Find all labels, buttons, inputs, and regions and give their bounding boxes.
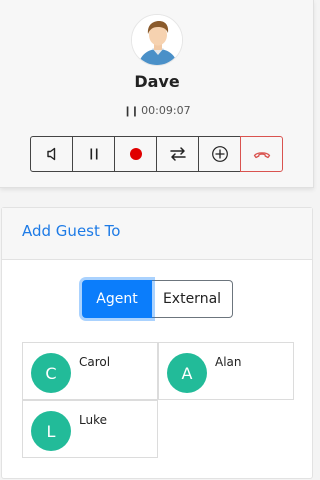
caller-avatar [131, 14, 183, 66]
caller-name: Dave [134, 72, 180, 91]
pause-bars-icon: ❙❙ [123, 106, 139, 117]
pause-icon [90, 148, 97, 160]
phone-hangup-icon [253, 152, 270, 159]
add-guest-panel: Add Guest To Agent External C Carol A Al… [1, 207, 313, 479]
contact-card-carol[interactable]: C Carol [22, 342, 158, 400]
contact-initial-avatar: A [167, 353, 207, 393]
agent-toggle-button[interactable]: Agent [82, 280, 152, 318]
person-avatar-icon [132, 15, 182, 65]
contact-initial-avatar: L [31, 411, 71, 451]
swap-arrows-icon [169, 147, 186, 161]
plus-circle-icon [211, 146, 228, 162]
transfer-button[interactable] [156, 136, 199, 172]
external-toggle-button[interactable]: External [152, 280, 233, 318]
call-timer-row: ❙❙ 00:09:07 [0, 104, 314, 117]
contact-name: Carol [79, 355, 111, 369]
add-guest-title: Add Guest To [22, 222, 121, 240]
hold-button[interactable] [72, 136, 115, 172]
hangup-button[interactable] [240, 136, 283, 172]
guest-type-toggle: Agent External [82, 280, 233, 318]
contact-name: Luke [79, 413, 107, 427]
record-button[interactable] [114, 136, 157, 172]
add-guest-header: Add Guest To [2, 208, 312, 260]
contact-card-alan[interactable]: A Alan [158, 342, 294, 400]
speaker-icon [46, 147, 55, 161]
contact-card-luke[interactable]: L Luke [22, 400, 158, 458]
call-card: Dave ❙❙ 00:09:07 [0, 0, 314, 188]
record-dot-icon [129, 148, 142, 160]
contact-name: Alan [215, 355, 242, 369]
mute-speaker-button[interactable] [30, 136, 73, 172]
add-guest-button[interactable] [198, 136, 241, 172]
call-timer: 00:09:07 [141, 104, 191, 117]
contact-initial-avatar: C [31, 353, 71, 393]
call-controls [30, 136, 285, 172]
